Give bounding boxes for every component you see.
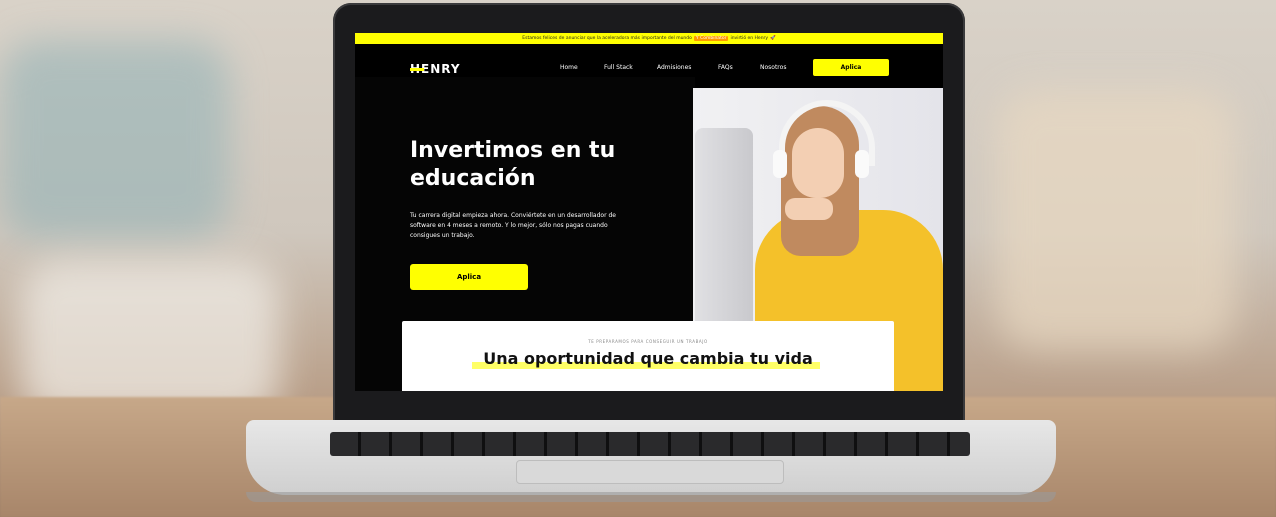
nav-faqs[interactable]: FAQs bbox=[718, 64, 733, 71]
rocket-icon: 🚀 bbox=[770, 36, 776, 41]
announcement-bar: Estamos felices de anunciar que la acele… bbox=[355, 33, 943, 44]
laptop-screen: Estamos felices de anunciar que la acele… bbox=[355, 33, 943, 391]
laptop-base-edge bbox=[246, 492, 1056, 502]
announcement-text: Estamos felices de anunciar que la acele… bbox=[522, 36, 692, 41]
logo-accent bbox=[410, 68, 424, 71]
section-title: Una oportunidad que cambia tu vida bbox=[483, 349, 813, 368]
background-blur-right bbox=[996, 90, 1236, 350]
hero-description: Tu carrera digital empieza ahora. Convié… bbox=[410, 212, 616, 239]
headphone-ear-right bbox=[855, 150, 869, 178]
henry-logo[interactable]: HENRY bbox=[410, 62, 461, 76]
opportunity-card: TE PREPARAMOS PARA CONSEGUIR UN TRABAJO … bbox=[402, 321, 894, 391]
hero-title-line-1: Invertimos en tu bbox=[410, 138, 616, 163]
nav-apply-button[interactable]: Aplica bbox=[813, 59, 889, 76]
top-nav: HENRY Home Full Stack Admisiones FAQs No… bbox=[355, 45, 943, 89]
hero-apply-button[interactable]: Aplica bbox=[410, 264, 528, 290]
headphone-ear-left bbox=[773, 150, 787, 178]
nav-full-stack[interactable]: Full Stack bbox=[604, 64, 633, 71]
nav-home[interactable]: Home bbox=[560, 64, 578, 71]
hand-shape bbox=[785, 198, 833, 220]
laptop-keyboard bbox=[330, 432, 970, 456]
hero-title-line-2: educación bbox=[410, 166, 536, 191]
announcement-text-end: invirtió en Henry bbox=[730, 36, 769, 41]
section-eyebrow: TE PREPARAMOS PARA CONSEGUIR UN TRABAJO bbox=[588, 339, 708, 344]
laptop-trackpad bbox=[516, 460, 784, 484]
background-blur-left-lower bbox=[20, 260, 280, 420]
hero-title: Invertimos en tu educación bbox=[410, 137, 670, 193]
nav-nosotros[interactable]: Nosotros bbox=[760, 64, 786, 71]
announcement-brand: Y Combinator bbox=[693, 36, 729, 41]
nav-admisiones[interactable]: Admisiones bbox=[657, 64, 691, 71]
background-blur-left bbox=[0, 40, 230, 240]
